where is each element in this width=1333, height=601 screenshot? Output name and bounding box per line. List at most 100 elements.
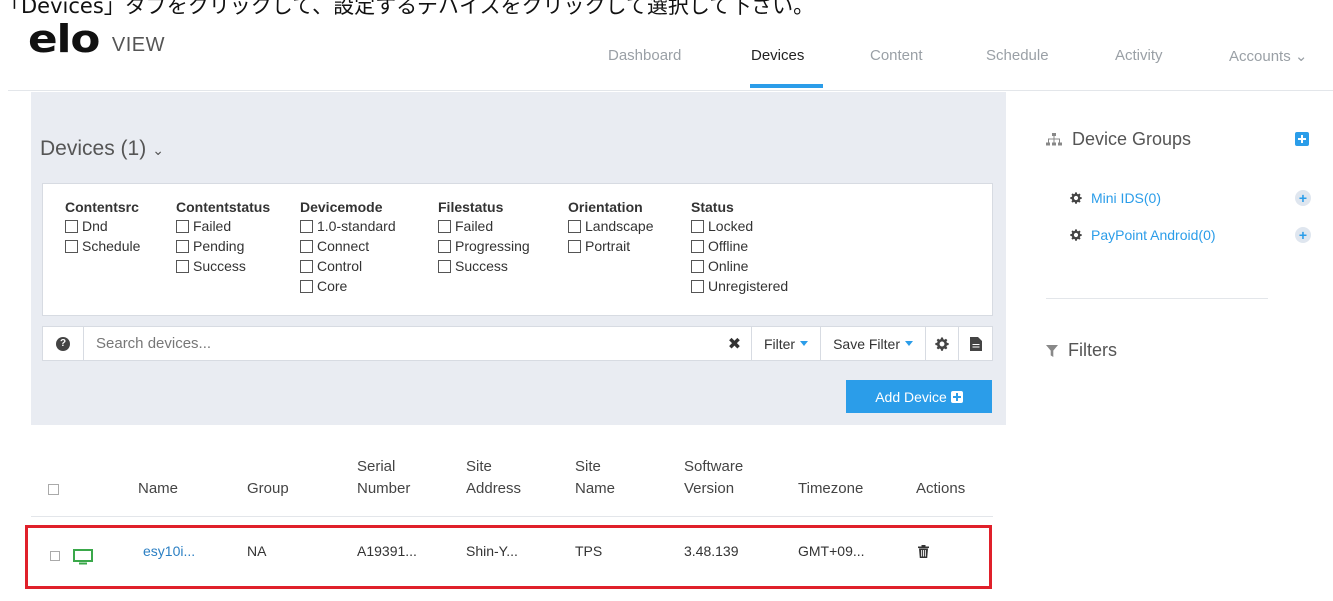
filter-option-label: Schedule (82, 238, 141, 254)
logo-main: elo (28, 17, 100, 61)
header-label: Software (684, 458, 744, 475)
help-button[interactable]: ? (43, 327, 84, 360)
checkbox[interactable] (568, 219, 581, 233)
checkbox[interactable] (300, 239, 313, 253)
devices-title[interactable]: Devices (1) ⌄ (40, 137, 164, 161)
filter-option-label: Core (317, 278, 348, 294)
active-tab-indicator (750, 84, 823, 88)
filter-option-label: Success (455, 258, 508, 274)
nav-devices[interactable]: Devices (751, 47, 804, 64)
header-label: Address (466, 480, 522, 497)
checkbox[interactable] (176, 259, 189, 273)
checkbox[interactable] (300, 259, 313, 273)
nav-content[interactable]: Content (870, 47, 923, 64)
filter-option[interactable]: Schedule (65, 236, 140, 256)
nav-schedule[interactable]: Schedule (986, 47, 1049, 64)
filter-heading: Devicemode (300, 199, 383, 215)
filter-label: Filter (763, 335, 796, 352)
filter-group-orientation: Orientation Landscape Portrait (568, 199, 654, 256)
filter-option[interactable]: Pending (176, 236, 270, 256)
filter-option-label: Landscape (585, 218, 654, 234)
save-filter-dropdown[interactable]: Save Filter (821, 327, 926, 360)
filter-option[interactable]: Offline (691, 236, 788, 256)
filter-group-contentsrc: Contentsrc Dnd Schedule (65, 199, 140, 256)
column-header-serial-number[interactable]: Serial Number (357, 456, 410, 500)
group-label: Mini IDS(0) (1091, 190, 1162, 206)
help-icon: ? (56, 336, 70, 351)
column-header-site-address[interactable]: Site Address (466, 456, 521, 500)
filter-option[interactable]: Connect (300, 236, 396, 256)
add-to-group-icon[interactable]: + (1295, 190, 1311, 206)
device-groups-title: Device Groups (1072, 129, 1192, 149)
filter-heading: Contentsrc (65, 199, 139, 215)
checkbox[interactable] (691, 239, 704, 253)
filter-option[interactable]: Success (176, 256, 270, 276)
filter-option-label: Offline (708, 238, 749, 254)
column-header-site-name[interactable]: Site Name (575, 456, 615, 500)
table-header-divider (31, 516, 993, 517)
checkbox[interactable] (176, 219, 189, 233)
checkbox[interactable] (65, 239, 78, 253)
filter-option[interactable]: Landscape (568, 216, 654, 236)
filter-option[interactable]: Success (438, 256, 530, 276)
logo-sub: VIEW (111, 34, 166, 56)
group-item-paypoint-android[interactable]: PayPoint Android(0) (1070, 227, 1216, 243)
column-header-timezone[interactable]: Timezone (798, 478, 863, 500)
add-icon (950, 390, 963, 403)
elo-view-logo[interactable]: elo VIEW (28, 17, 166, 61)
checkbox[interactable] (438, 219, 451, 233)
nav-dashboard[interactable]: Dashboard (608, 47, 681, 64)
column-header-name[interactable]: Name (138, 478, 178, 500)
filter-option[interactable]: Progressing (438, 236, 530, 256)
search-bar: ? ✖ Filter Save Filter (42, 326, 993, 361)
nav-activity[interactable]: Activity (1115, 47, 1163, 64)
checkbox[interactable] (438, 259, 451, 273)
filter-option[interactable]: Unregistered (691, 276, 788, 296)
header-label: Actions (916, 480, 966, 497)
group-item-mini-ids[interactable]: Mini IDS(0) (1070, 190, 1161, 206)
header-label: Number (357, 480, 411, 497)
filter-option[interactable]: Failed (176, 216, 270, 236)
filter-option-label: Failed (455, 218, 494, 234)
settings-button[interactable] (926, 327, 959, 360)
checkbox[interactable] (176, 239, 189, 253)
checkbox[interactable] (65, 219, 78, 233)
checkbox[interactable] (691, 279, 704, 293)
add-group-icon[interactable] (1295, 132, 1309, 146)
filter-option-label: Dnd (82, 218, 108, 234)
checkbox[interactable] (568, 239, 581, 253)
header-label: Serial (357, 458, 396, 475)
checkbox[interactable] (691, 219, 704, 233)
gear-icon (935, 336, 949, 351)
filter-option[interactable]: Locked (691, 216, 788, 236)
checkbox[interactable] (438, 239, 451, 253)
add-to-group-icon[interactable]: + (1295, 227, 1311, 243)
filter-option[interactable]: Portrait (568, 236, 654, 256)
nav-accounts[interactable]: Accounts ⌄ (1229, 47, 1307, 65)
checkbox[interactable] (300, 219, 313, 233)
checkbox[interactable] (300, 279, 313, 293)
filter-icon (1046, 344, 1058, 357)
column-header-software-version[interactable]: Software Version (684, 456, 743, 500)
add-device-label: Add Device (875, 388, 947, 405)
filter-option-label: Portrait (585, 238, 631, 254)
add-device-button[interactable]: Add Device (846, 380, 992, 413)
filter-option[interactable]: Core (300, 276, 396, 296)
caret-down-icon (905, 341, 913, 346)
search-input[interactable] (84, 327, 718, 360)
filter-option[interactable]: Online (691, 256, 788, 276)
checkbox[interactable] (691, 259, 704, 273)
filter-option-label: Success (193, 258, 246, 274)
header-label: Group (247, 480, 289, 497)
clear-search-button[interactable]: ✖ (718, 327, 752, 360)
select-all-checkbox[interactable] (48, 484, 59, 495)
export-button[interactable] (959, 327, 992, 360)
filter-option[interactable]: 1.0-standard (300, 216, 396, 236)
filter-dropdown[interactable]: Filter (752, 327, 822, 360)
filter-option[interactable]: Failed (438, 216, 530, 236)
filter-option[interactable]: Dnd (65, 216, 140, 236)
column-header-group[interactable]: Group (247, 478, 289, 500)
filter-option[interactable]: Control (300, 256, 396, 276)
filters-title: Filters (1068, 340, 1117, 360)
filters-header[interactable]: Filters (1046, 340, 1117, 361)
